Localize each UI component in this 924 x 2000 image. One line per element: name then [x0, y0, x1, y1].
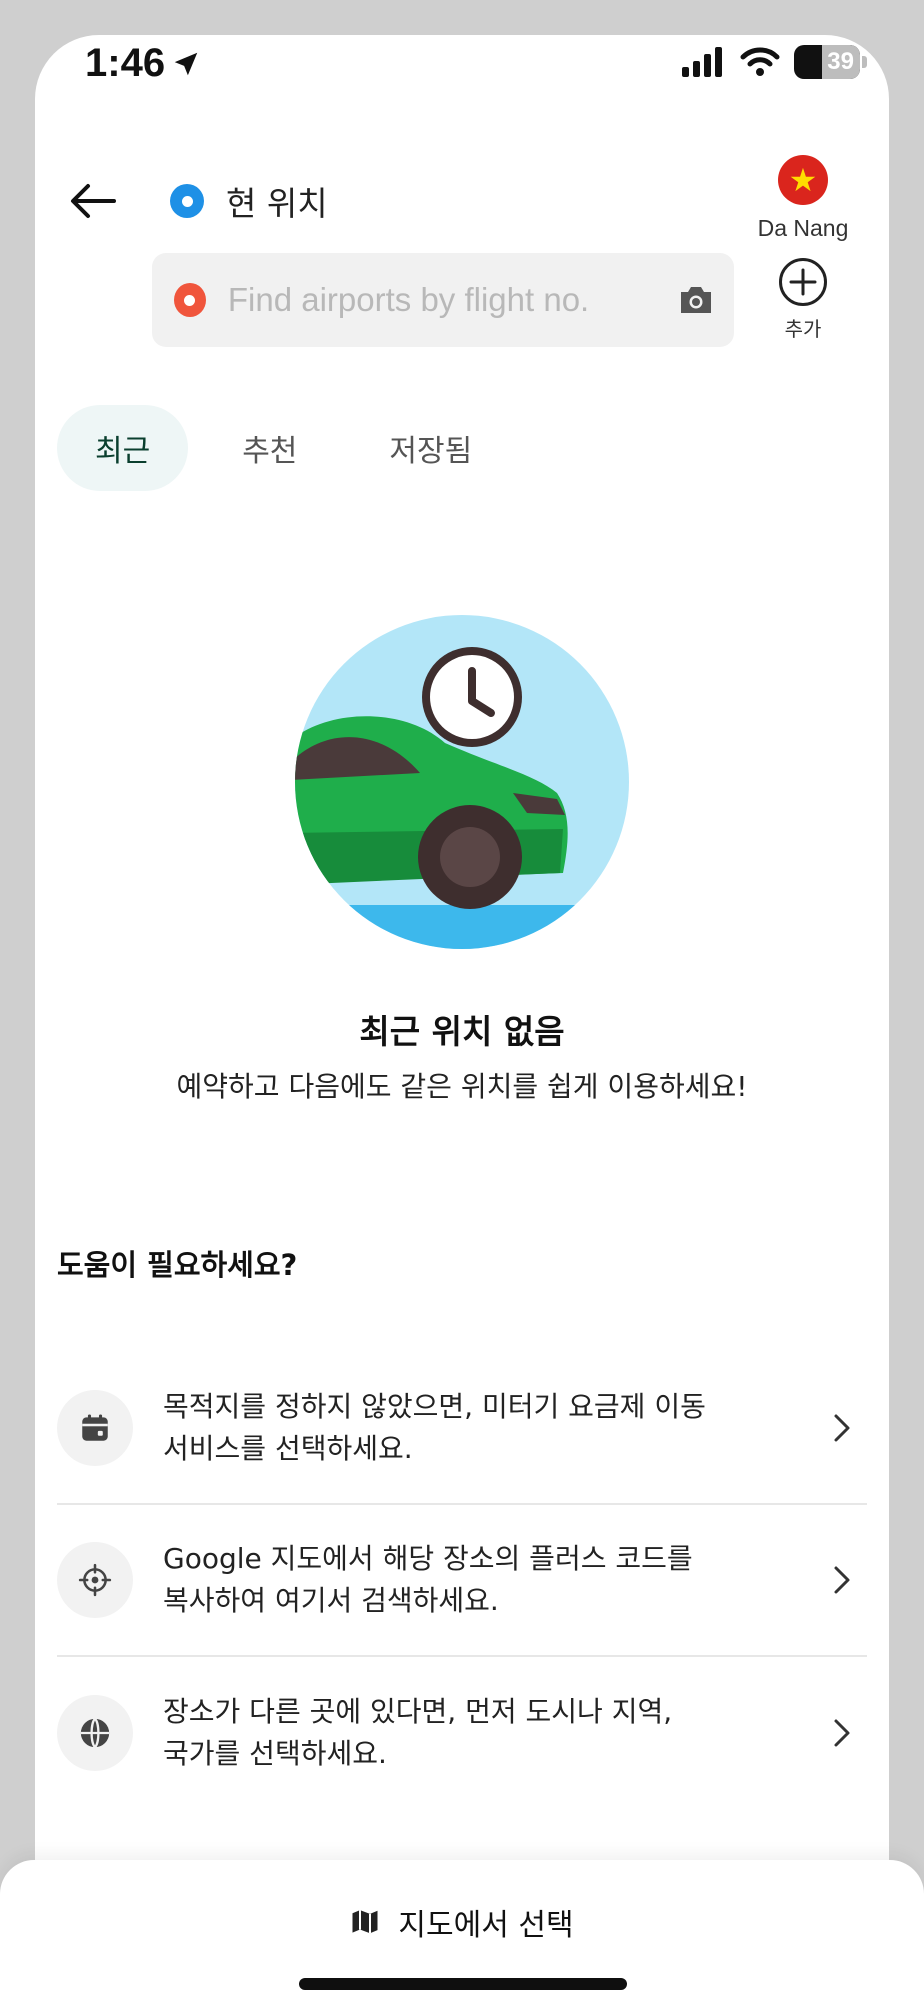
empty-state-title: 최근 위치 없음: [359, 1012, 565, 1051]
plus-circle-icon: [779, 258, 827, 306]
back-button[interactable]: [57, 165, 129, 237]
tab-recommended[interactable]: 추천: [204, 405, 335, 491]
empty-state-illustration: [295, 615, 629, 949]
destination-search: [152, 253, 734, 347]
help-item-text: 목적지를 정하지 않았으면, 미터기 요금제 이동 서비스를 선택하세요.: [163, 1386, 827, 1470]
app-screen: 1:46 39 현 위치 Find airports by flight no.…: [35, 35, 889, 1965]
crosshair-icon: [57, 1542, 133, 1618]
chevron-right-icon: [827, 1413, 857, 1443]
signal-icon: [682, 47, 722, 77]
camera-icon: [681, 287, 712, 313]
help-item-line: 목적지를 정하지 않았으면, 미터기 요금제 이동: [163, 1390, 706, 1423]
help-item-line: Google 지도에서 해당 장소의 플러스 코드를: [163, 1542, 693, 1575]
city-selector[interactable]: ★ Da Nang: [733, 155, 873, 242]
add-stop-button[interactable]: 추가: [733, 257, 873, 342]
tab-recent[interactable]: 최근: [57, 405, 189, 491]
globe-icon: [57, 1695, 133, 1771]
help-item-line: 복사하여 여기서 검색하세요.: [163, 1584, 499, 1617]
home-indicator: [299, 1978, 627, 1990]
select-on-map-button[interactable]: 지도에서 선택: [350, 1900, 574, 1944]
help-item-plus-code[interactable]: Google 지도에서 해당 장소의 플러스 코드를 복사하여 여기서 검색하세…: [57, 1505, 867, 1657]
status-time-text: 1:46: [85, 41, 166, 85]
battery-level: 39: [827, 48, 854, 75]
destination-dot-icon: [174, 283, 206, 317]
help-item-metered[interactable]: 목적지를 정하지 않았으면, 미터기 요금제 이동 서비스를 선택하세요.: [57, 1353, 867, 1505]
origin-dot-icon: [170, 184, 204, 218]
chevron-right-icon: [827, 1718, 857, 1748]
city-name: Da Nang: [757, 215, 849, 241]
select-on-map-label: 지도에서 선택: [398, 1908, 574, 1943]
help-item-select-region[interactable]: 장소가 다른 곳에 있다면, 먼저 도시나 지역, 국가를 선택하세요.: [57, 1657, 867, 1809]
wifi-icon: [740, 47, 780, 76]
origin-field[interactable]: 현 위치: [170, 177, 328, 225]
status-time: 1:46: [85, 41, 201, 86]
help-item-text: 장소가 다른 곳에 있다면, 먼저 도시나 지역, 국가를 선택하세요.: [163, 1691, 827, 1775]
origin-label: 현 위치: [226, 184, 328, 223]
status-icons: 39: [682, 45, 867, 79]
battery-cap: [862, 56, 867, 68]
destination-search-input[interactable]: [227, 281, 653, 319]
tab-saved[interactable]: 저장됨: [351, 405, 510, 491]
map-icon: [352, 1910, 378, 1934]
arrow-left-icon: [71, 184, 116, 218]
add-label: 추가: [784, 317, 822, 341]
help-item-line: 국가를 선택하세요.: [163, 1737, 387, 1770]
location-tabs: 최근 추천 저장됨: [57, 405, 510, 491]
help-title: 도움이 필요하세요?: [57, 1248, 298, 1282]
location-arrow-icon: [174, 52, 198, 75]
help-list: 목적지를 정하지 않았으면, 미터기 요금제 이동 서비스를 선택하세요. Go…: [57, 1353, 867, 1809]
chevron-right-icon: [827, 1565, 857, 1595]
calendar-icon: [57, 1390, 133, 1466]
help-item-line: 장소가 다른 곳에 있다면, 먼저 도시나 지역,: [163, 1695, 673, 1728]
vietnam-flag-icon: ★: [778, 155, 828, 205]
help-item-line: 서비스를 선택하세요.: [163, 1432, 413, 1465]
empty-state-subtitle: 예약하고 다음에도 같은 위치를 쉽게 이용하세요!: [176, 1070, 748, 1103]
help-item-text: Google 지도에서 해당 장소의 플러스 코드를 복사하여 여기서 검색하세…: [163, 1538, 827, 1622]
camera-button[interactable]: [675, 277, 718, 323]
battery-icon: 39: [794, 45, 860, 79]
